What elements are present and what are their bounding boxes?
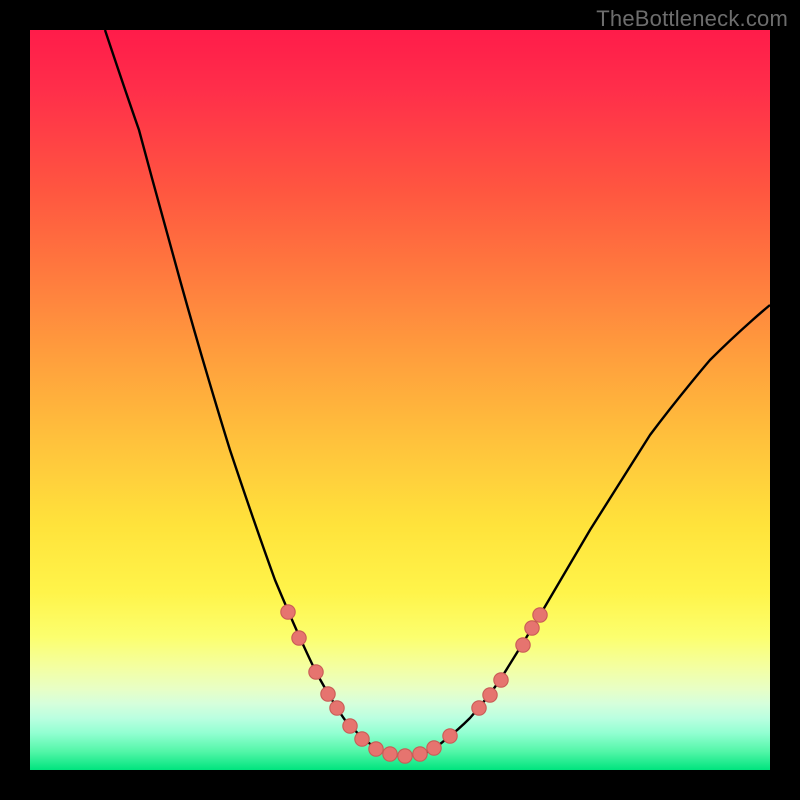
marker-dot <box>472 701 486 715</box>
watermark-text: TheBottleneck.com <box>596 6 788 32</box>
marker-dot <box>292 631 306 645</box>
marker-dot <box>494 673 508 687</box>
marker-dot <box>398 749 412 763</box>
marker-dot <box>483 688 497 702</box>
marker-dot <box>525 621 539 635</box>
marker-dot <box>413 747 427 761</box>
marker-dot <box>309 665 323 679</box>
marker-dot <box>355 732 369 746</box>
marker-dot <box>533 608 547 622</box>
marker-dot <box>516 638 530 652</box>
marker-dot <box>330 701 344 715</box>
marker-dot <box>321 687 335 701</box>
marker-dot <box>369 742 383 756</box>
marker-dot <box>343 719 357 733</box>
plot-area <box>30 30 770 770</box>
marker-dot <box>281 605 295 619</box>
bottleneck-curve <box>105 30 770 755</box>
marker-dot <box>427 741 441 755</box>
chart-stage: TheBottleneck.com <box>0 0 800 800</box>
curve-markers <box>281 605 547 763</box>
marker-dot <box>443 729 457 743</box>
bottleneck-curve-svg <box>30 30 770 770</box>
marker-dot <box>383 747 397 761</box>
